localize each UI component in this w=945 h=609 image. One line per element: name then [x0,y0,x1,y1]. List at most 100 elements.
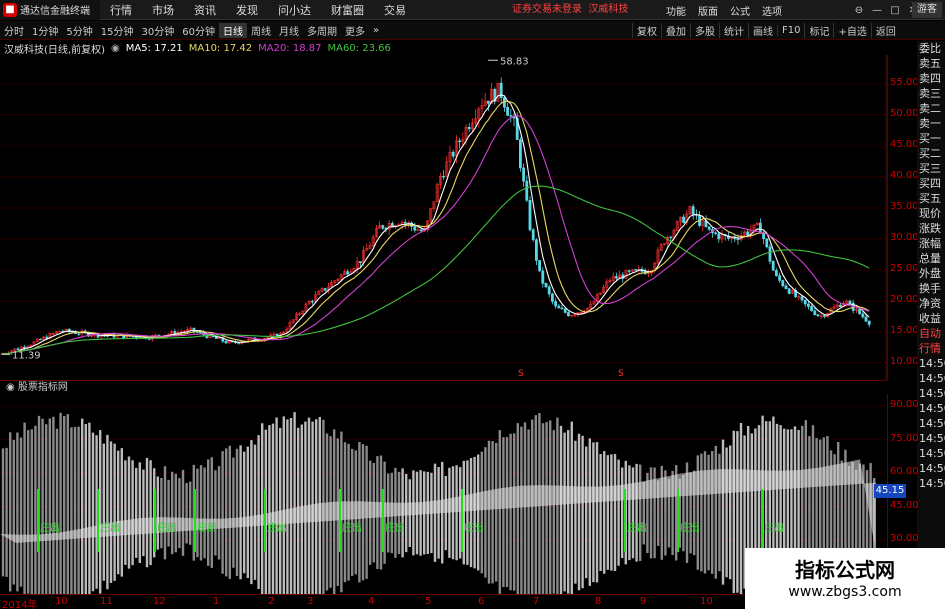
ma20-line [1,114,870,355]
candle-body [803,299,807,305]
minimize-icon[interactable]: — [868,5,886,16]
tool-button-5[interactable]: F10 [777,25,804,36]
side-item-17[interactable]: 净资 [918,296,945,311]
period-tab-7[interactable]: 周线 [247,23,275,38]
period-tab-3[interactable]: 15分钟 [97,23,138,38]
side-item-28[interactable]: 14:50 [918,461,945,476]
side-item-6[interactable]: 买一 [918,131,945,146]
tool-button-8[interactable]: 返回 [870,23,900,38]
candlestick-chart[interactable]: 58.83 11.39 S S [0,55,887,380]
side-item-23[interactable]: 14:50 [918,386,945,401]
side-item-8[interactable]: 买三 [918,161,945,176]
date-tick: 7 [533,596,540,607]
tool-button-2[interactable]: 多股 [690,23,719,38]
tool-button-3[interactable]: 统计 [719,23,748,38]
side-item-27[interactable]: 14:50 [918,446,945,461]
side-item-5[interactable]: 卖一 [918,116,945,131]
candle-body [486,100,490,104]
menu-item-2[interactable]: 资讯 [184,2,226,18]
menu-item-6[interactable]: 交易 [374,2,416,18]
ma60-label: MA60: 23.66 [327,42,391,54]
candle-body [310,300,314,303]
date-tick: 8 [595,596,602,607]
side-item-18[interactable]: 收益 [918,311,945,326]
candle-body [816,314,820,317]
candle-body [781,280,785,287]
right-menu: 功能 版面 公式 选项 [660,0,788,20]
signal-label: 庄出 [464,521,484,534]
period-tab-5[interactable]: 60分钟 [178,23,219,38]
period-tab-6[interactable]: 日线 [218,22,247,38]
tool-button-7[interactable]: +自选 [833,23,870,38]
menu-item-5[interactable]: 财富圈 [321,2,374,18]
side-item-14[interactable]: 总量 [918,251,945,266]
menu-item-1[interactable]: 市场 [142,2,184,18]
split-marker: S [618,369,624,379]
expand-icon[interactable]: » [369,25,383,36]
side-item-29[interactable]: 14:50 [918,476,945,491]
side-item-11[interactable]: 现价 [918,206,945,221]
side-item-26[interactable]: 14:50 [918,431,945,446]
indicator-tick: 75.00 [890,432,919,444]
user-icon[interactable]: ⊖ [850,5,868,16]
indicator-settings-icon[interactable]: ◉ [6,382,15,393]
period-tab-8[interactable]: 月线 [275,23,303,38]
tool-button-0[interactable]: 复权 [632,23,661,38]
candle-body [442,175,446,178]
candle-body [538,260,542,272]
side-item-1[interactable]: 卖五 [918,56,945,71]
right-menu-item-1[interactable]: 版面 [692,3,724,18]
price-tick: 10.00 [890,356,919,367]
period-tab-10[interactable]: 更多 [341,23,369,38]
tool-button-4[interactable]: 画线 [748,23,777,38]
indicator-tick: 30.00 [890,533,919,545]
trading-terminal: ■ 通达信金融终端 行情 市场 资讯 发现 问小达 财富圈 交易 证券交易未登录 汉威科技 … [0,0,945,609]
tool-button-6[interactable]: 标记 [804,23,833,38]
period-tab-9[interactable]: 多周期 [303,23,341,38]
menu-item-3[interactable]: 发现 [226,2,268,18]
candle-body [566,312,570,317]
menu-item-4[interactable]: 问小达 [268,2,321,18]
side-item-7[interactable]: 买二 [918,146,945,161]
login-notice[interactable]: 证券交易未登录 汉威科技 [512,0,628,20]
side-item-2[interactable]: 卖四 [918,71,945,86]
settings-icon[interactable]: ◉ [111,43,120,54]
period-tab-0[interactable]: 分时 [0,23,28,38]
side-item-3[interactable]: 卖三 [918,86,945,101]
side-item-13[interactable]: 涨幅 [918,236,945,251]
period-tab-1[interactable]: 1分钟 [28,23,62,38]
right-menu-item-2[interactable]: 公式 [724,3,756,18]
period-tab-2[interactable]: 5分钟 [62,23,96,38]
date-tick: 6 [478,596,485,607]
side-item-12[interactable]: 涨跌 [918,221,945,236]
side-item-19[interactable]: 自动 [918,326,945,341]
tool-button-1[interactable]: 叠加 [661,23,690,38]
side-item-10[interactable]: 买五 [918,191,945,206]
side-item-0[interactable]: 委比 [918,41,945,56]
side-item-25[interactable]: 14:50 [918,416,945,431]
period-tab-4[interactable]: 30分钟 [137,23,178,38]
candle-body [768,246,772,262]
candle-body [413,226,417,231]
side-item-21[interactable]: 14:50 [918,356,945,371]
candle-body [848,300,852,304]
menu-item-0[interactable]: 行情 [100,2,142,18]
side-item-20[interactable]: 行情 [918,341,945,356]
side-item-4[interactable]: 卖二 [918,101,945,116]
side-item-22[interactable]: 14:50 [918,371,945,386]
chart-toolbar: 复权 叠加 多股 统计 画线 F10 标记 +自选 返回 [632,21,900,40]
candle-body [771,261,775,271]
side-item-15[interactable]: 外盘 [918,266,945,281]
side-item-16[interactable]: 换手 [918,281,945,296]
right-menu-item-3[interactable]: 选项 [756,3,788,18]
date-tick: 5 [425,596,432,607]
side-item-24[interactable]: 14:50 [918,401,945,416]
maximize-icon[interactable]: □ [886,5,904,16]
side-item-9[interactable]: 买四 [918,176,945,191]
guest-button[interactable]: 游客 [912,2,942,18]
date-tick: 4 [368,596,375,607]
right-menu-item-0[interactable]: 功能 [660,3,692,18]
candle-body [22,346,26,349]
candle-body [544,283,548,288]
candle-body [707,226,711,230]
